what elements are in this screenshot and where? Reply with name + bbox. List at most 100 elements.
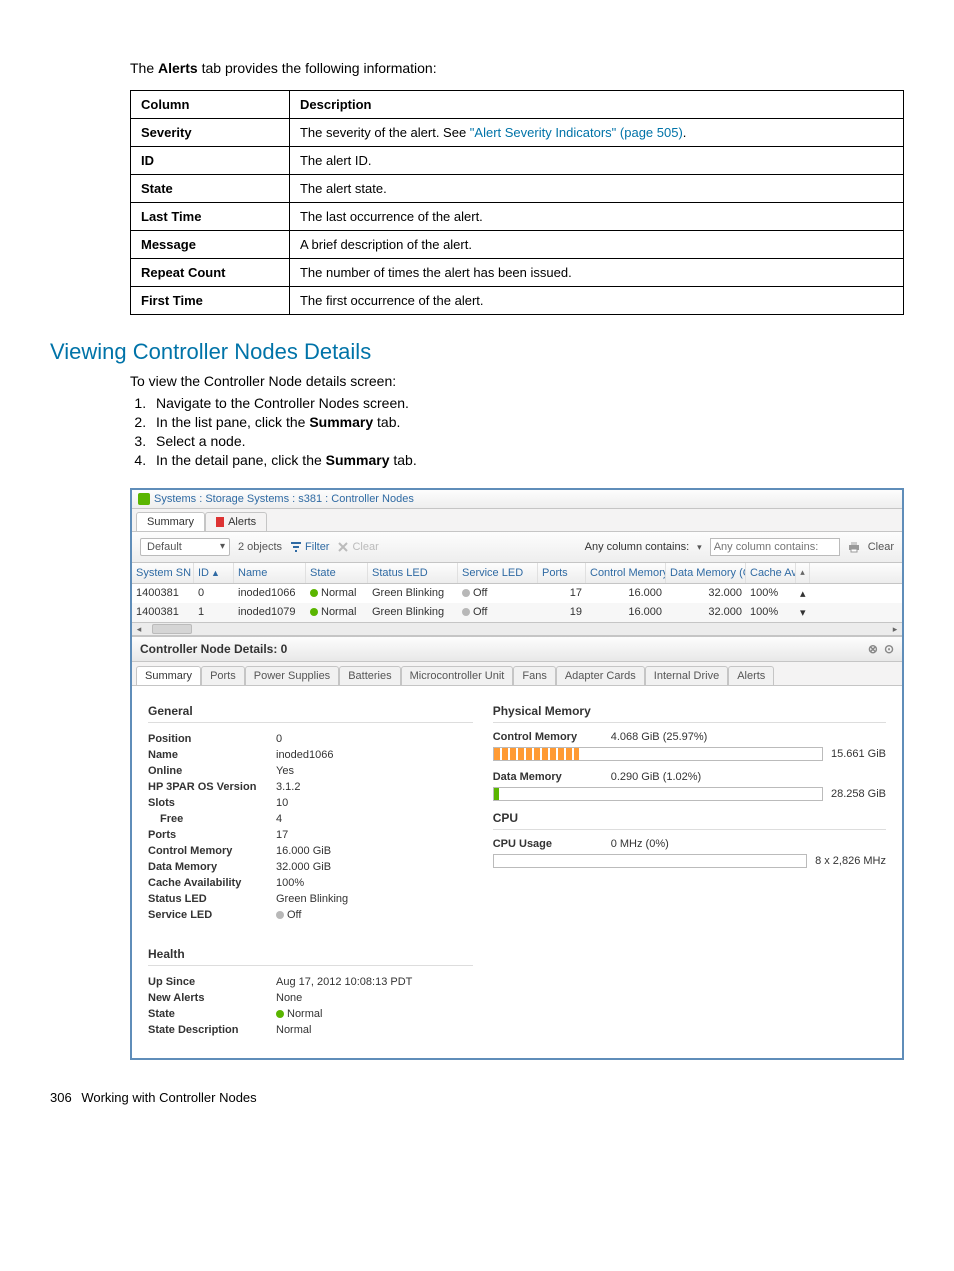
col-service-led[interactable]: Service LED bbox=[458, 563, 538, 583]
col-cache[interactable]: Cache Availabili bbox=[746, 563, 796, 583]
def-column-name: Message bbox=[131, 231, 290, 259]
detail-tab-microcontroller-unit[interactable]: Microcontroller Unit bbox=[401, 666, 514, 685]
page-number: 306 bbox=[50, 1090, 72, 1105]
collapse-up-icon[interactable]: ⊗ bbox=[868, 642, 878, 656]
general-ports: 17 bbox=[276, 829, 288, 841]
table-cell: Green Blinking bbox=[368, 603, 458, 622]
health-group-title: Health bbox=[148, 947, 473, 966]
steps-intro: To view the Controller Node details scre… bbox=[130, 373, 904, 389]
col-id[interactable]: ID▲ bbox=[194, 563, 234, 583]
def-column-name: State bbox=[131, 175, 290, 203]
step-item: In the list pane, click the Summary tab. bbox=[150, 414, 904, 430]
collapse-down-icon[interactable]: ⊙ bbox=[884, 642, 894, 656]
cross-ref-link[interactable]: "Alert Severity Indicators" (page 505) bbox=[470, 125, 683, 140]
table-cell: ▾ bbox=[796, 603, 810, 622]
alerts-columns-table: Column Description SeverityThe severity … bbox=[130, 90, 904, 315]
table-row[interactable]: 14003810inoded1066NormalGreen BlinkingOf… bbox=[132, 584, 902, 603]
section-heading: Viewing Controller Nodes Details bbox=[50, 339, 904, 365]
detail-tab-power-supplies[interactable]: Power Supplies bbox=[245, 666, 339, 685]
col-ports[interactable]: Ports bbox=[538, 563, 586, 583]
detail-tab-internal-drive[interactable]: Internal Drive bbox=[645, 666, 728, 685]
table-cell: Green Blinking bbox=[368, 584, 458, 603]
general-online: Yes bbox=[276, 765, 294, 777]
detail-tab-fans[interactable]: Fans bbox=[513, 666, 555, 685]
general-group-title: General bbox=[148, 704, 473, 723]
col-system-sn[interactable]: System SN bbox=[132, 563, 194, 583]
def-column-name: Repeat Count bbox=[131, 259, 290, 287]
controller-nodes-screenshot: Systems : Storage Systems : s381 : Contr… bbox=[130, 488, 904, 1060]
top-tabs: Summary Alerts bbox=[132, 509, 902, 532]
table-row[interactable]: 14003811inoded1079NormalGreen BlinkingOf… bbox=[132, 603, 902, 622]
horizontal-scrollbar[interactable]: ◂▸ bbox=[132, 622, 902, 636]
page-footer: 306 Working with Controller Nodes bbox=[50, 1090, 904, 1105]
physmem-ctrl-value: 4.068 GiB (25.97%) bbox=[611, 731, 708, 743]
printer-icon[interactable] bbox=[848, 541, 860, 553]
step-item: Select a node. bbox=[150, 433, 904, 449]
detail-tab-ports[interactable]: Ports bbox=[201, 666, 245, 685]
def-row: IDThe alert ID. bbox=[131, 147, 904, 175]
tab-alerts[interactable]: Alerts bbox=[205, 512, 267, 531]
def-column-name: First Time bbox=[131, 287, 290, 315]
footer-title: Working with Controller Nodes bbox=[81, 1090, 256, 1105]
col-data-mem[interactable]: Data Memory (GiB) bbox=[666, 563, 746, 583]
detail-tab-alerts[interactable]: Alerts bbox=[728, 666, 774, 685]
filter-icon bbox=[290, 541, 302, 553]
table-cell: 19 bbox=[538, 603, 586, 622]
physmem-data-bar bbox=[493, 787, 823, 801]
vertical-scrollbar[interactable]: ▴ bbox=[796, 563, 810, 583]
step-item: Navigate to the Controller Nodes screen. bbox=[150, 395, 904, 411]
detail-tab-summary[interactable]: Summary bbox=[136, 666, 201, 685]
col-ctrl-mem[interactable]: Control Memory (GiB) bbox=[586, 563, 666, 583]
table-cell: 0 bbox=[194, 584, 234, 603]
general-cache: 100% bbox=[276, 877, 304, 889]
table-cell: 16.000 bbox=[586, 584, 666, 603]
col-name[interactable]: Name bbox=[234, 563, 306, 583]
def-header-description: Description bbox=[289, 91, 903, 119]
detail-tab-batteries[interactable]: Batteries bbox=[339, 666, 400, 685]
clear-icon bbox=[337, 541, 349, 553]
def-column-name: ID bbox=[131, 147, 290, 175]
breadcrumb: Systems : Storage Systems : s381 : Contr… bbox=[132, 490, 902, 509]
clear-button[interactable]: Clear bbox=[868, 541, 894, 553]
breadcrumb-text: Systems : Storage Systems : s381 : Contr… bbox=[154, 493, 414, 505]
col-state[interactable]: State bbox=[306, 563, 368, 583]
view-dropdown[interactable]: Default bbox=[140, 538, 230, 556]
physmem-data-value: 0.290 GiB (1.02%) bbox=[611, 771, 702, 783]
def-column-desc: The severity of the alert. See "Alert Se… bbox=[289, 119, 903, 147]
def-column-desc: The first occurrence of the alert. bbox=[289, 287, 903, 315]
table-cell: 1 bbox=[194, 603, 234, 622]
table-cell: Off bbox=[458, 603, 538, 622]
physmem-ctrl-bar bbox=[493, 747, 823, 761]
def-row: StateThe alert state. bbox=[131, 175, 904, 203]
tab-summary[interactable]: Summary bbox=[136, 512, 205, 531]
general-slots: 10 bbox=[276, 797, 288, 809]
clear-filter-button[interactable]: Clear bbox=[337, 541, 378, 553]
physmem-ctrl-total: 15.661 GiB bbox=[831, 748, 886, 760]
table-cell: 32.000 bbox=[666, 584, 746, 603]
table-cell: Normal bbox=[306, 603, 368, 622]
physmem-data-total: 28.258 GiB bbox=[831, 788, 886, 800]
general-status-led: Green Blinking bbox=[276, 893, 348, 905]
table-cell: inoded1066 bbox=[234, 584, 306, 603]
def-row: Last TimeThe last occurrence of the aler… bbox=[131, 203, 904, 231]
col-status-led[interactable]: Status LED bbox=[368, 563, 458, 583]
filter-button[interactable]: Filter bbox=[290, 541, 329, 553]
def-row: MessageA brief description of the alert. bbox=[131, 231, 904, 259]
general-data-mem: 32.000 GiB bbox=[276, 861, 331, 873]
chevron-down-icon[interactable]: ▾ bbox=[697, 542, 702, 553]
sort-asc-icon: ▲ bbox=[211, 568, 220, 578]
cpu-total: 8 x 2,826 MHz bbox=[815, 855, 886, 867]
def-row: SeverityThe severity of the alert. See "… bbox=[131, 119, 904, 147]
cpu-usage-bar bbox=[493, 854, 807, 868]
def-column-desc: The alert state. bbox=[289, 175, 903, 203]
general-os-version: 3.1.2 bbox=[276, 781, 300, 793]
table-cell: Off bbox=[458, 584, 538, 603]
def-column-name: Severity bbox=[131, 119, 290, 147]
health-up-since: Aug 17, 2012 10:08:13 PDT bbox=[276, 976, 412, 988]
def-column-desc: The number of times the alert has been i… bbox=[289, 259, 903, 287]
alerts-tab-intro: The Alerts tab provides the following in… bbox=[130, 60, 904, 76]
search-input[interactable] bbox=[710, 538, 840, 556]
detail-tab-adapter-cards[interactable]: Adapter Cards bbox=[556, 666, 645, 685]
detail-body: General Position0 Nameinoded1066 OnlineY… bbox=[132, 686, 902, 1058]
table-cell: ▴ bbox=[796, 584, 810, 603]
